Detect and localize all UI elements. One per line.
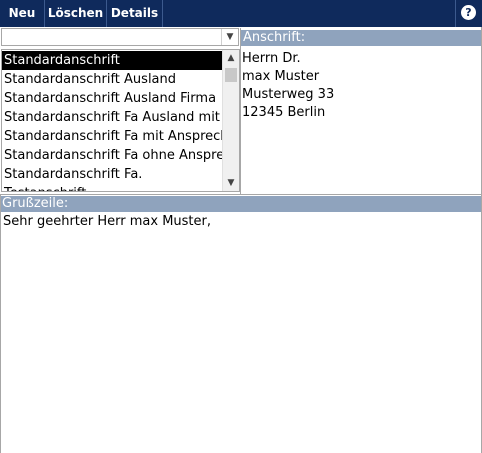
list-item[interactable]: Standardanschrift Ausland bbox=[4, 70, 176, 89]
list-scrollbar[interactable]: ▲ ▼ bbox=[222, 50, 239, 191]
left-border bbox=[0, 195, 1, 453]
address-header: Anschrift: bbox=[241, 30, 482, 46]
list-item[interactable]: Standardanschrift Fa Ausland mit A bbox=[4, 108, 233, 127]
list-item[interactable]: Standardanschrift bbox=[2, 51, 222, 70]
template-list[interactable]: Standardanschrift Standardanschrift Ausl… bbox=[1, 49, 240, 192]
question-circle-icon: ? bbox=[461, 5, 476, 20]
toolbar: Neu Löschen Details ? bbox=[0, 0, 482, 27]
pane-divider bbox=[240, 28, 241, 194]
new-button[interactable]: Neu bbox=[0, 0, 45, 27]
help-button[interactable]: ? bbox=[455, 0, 482, 27]
list-item[interactable]: Standardanschrift Fa. bbox=[4, 165, 142, 184]
details-button[interactable]: Details bbox=[107, 0, 163, 27]
list-item[interactable]: Standardanschrift Fa mit Ansprechp bbox=[4, 127, 237, 146]
list-item[interactable]: Standardanschrift Fa ohne Ansprech bbox=[4, 146, 239, 165]
address-line: max Muster bbox=[242, 69, 320, 84]
delete-button[interactable]: Löschen bbox=[45, 0, 107, 27]
greeting-header: Grußzeile: bbox=[0, 196, 482, 212]
section-divider bbox=[0, 194, 482, 195]
address-line: 12345 Berlin bbox=[242, 105, 326, 120]
template-combo[interactable]: ▼ bbox=[1, 28, 239, 46]
chevron-down-icon[interactable]: ▼ bbox=[221, 29, 238, 45]
list-item[interactable]: Standardanschrift Ausland Firma bbox=[4, 89, 216, 108]
address-line: Musterweg 33 bbox=[242, 87, 335, 102]
scroll-thumb[interactable] bbox=[225, 68, 237, 82]
scroll-down-icon[interactable]: ▼ bbox=[223, 175, 239, 191]
scroll-up-icon[interactable]: ▲ bbox=[223, 50, 239, 66]
list-item[interactable]: Testanschrift bbox=[4, 184, 86, 191]
address-line: Herrn Dr. bbox=[242, 51, 301, 66]
greeting-text: Sehr geehrter Herr max Muster, bbox=[3, 214, 211, 229]
